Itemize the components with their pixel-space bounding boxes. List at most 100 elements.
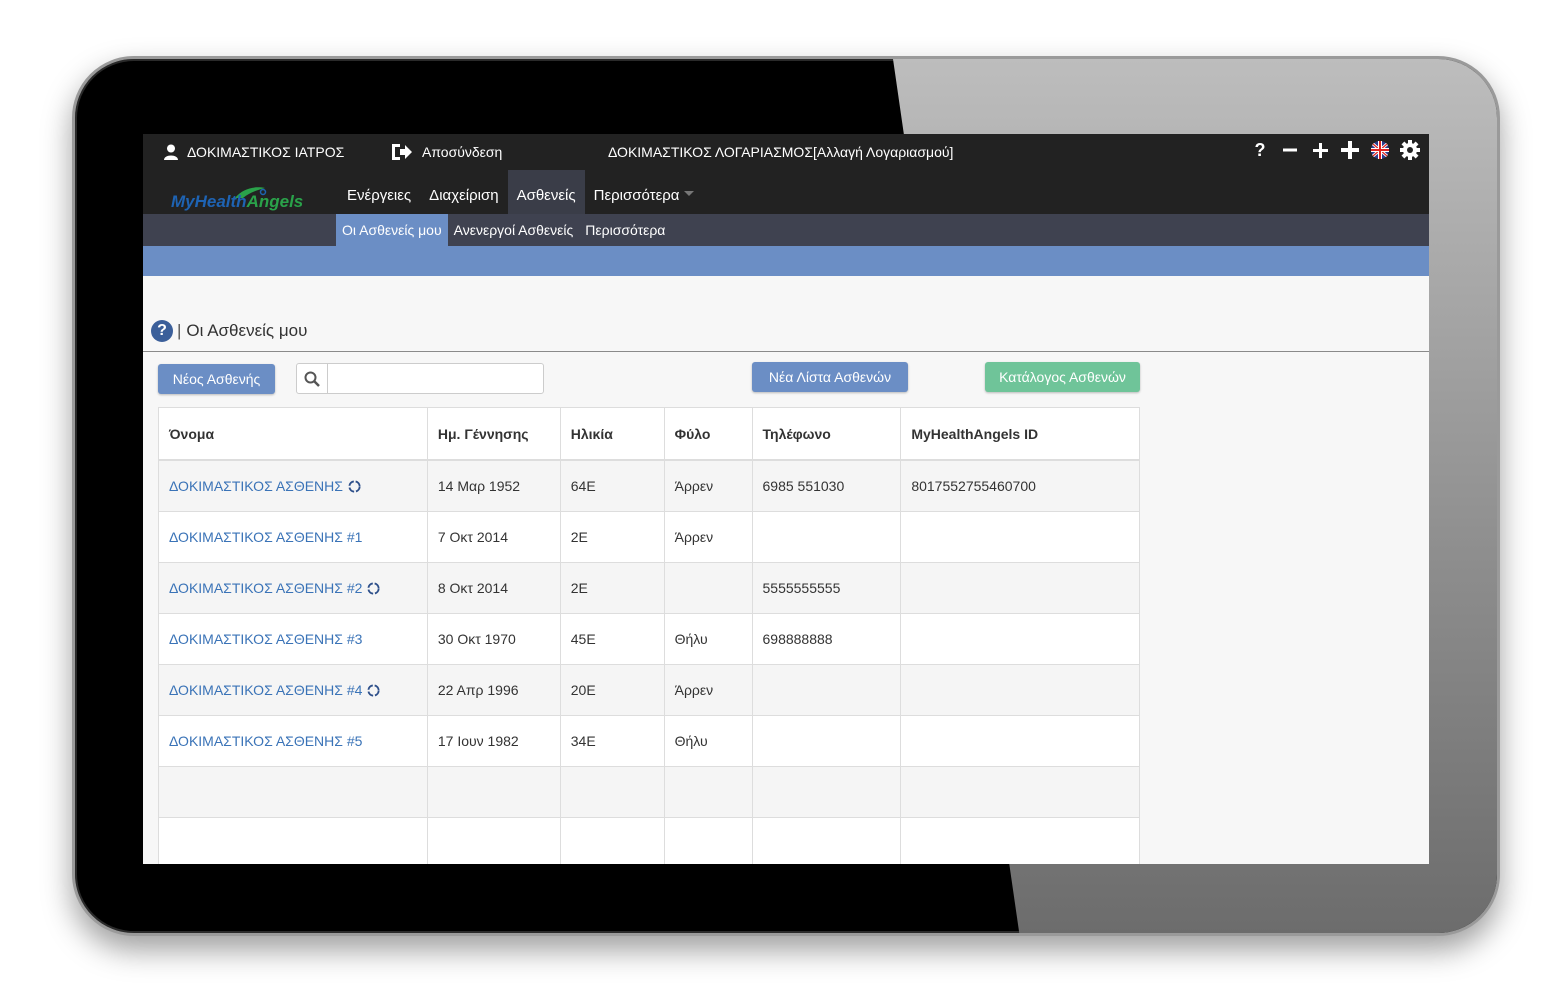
sex-cell: Θήλυ <box>663 715 753 767</box>
column-header-name[interactable]: Όνομα <box>158 407 428 461</box>
question-circle-icon[interactable]: ? <box>151 320 173 342</box>
phone-cell <box>751 715 902 767</box>
birthdate-cell: 17 Ιουν 1982 <box>426 715 561 767</box>
patients-table: Όνομα Ημ. Γέννησης Ηλικία Φύλο Τηλέφωνο … <box>158 407 1140 864</box>
caret-down-icon <box>684 191 695 196</box>
page-header: ? | Οι Ασθενείς μου <box>151 316 307 346</box>
subnav-item-my-patients[interactable]: Οι Ασθενείς μου <box>336 214 448 246</box>
empty-cell <box>559 817 665 864</box>
table-row[interactable]: ΔΟΚΙΜΑΣΤΙΚΟΣ ΑΣΘΕΝΗΣ #3 30 Οκτ 1970 45Ε Θήλ… <box>158 613 1140 665</box>
patient-name-link[interactable]: ΔΟΚΙΜΑΣΤΙΚΟΣ ΑΣΘΕΝΗΣ #5 <box>169 733 362 749</box>
phone-cell <box>751 664 902 716</box>
empty-cell <box>751 817 902 864</box>
settings-icon[interactable] <box>1399 138 1421 162</box>
sync-icon <box>348 480 361 493</box>
birthdate-cell: 22 Απρ 1996 <box>426 664 561 716</box>
table-row[interactable]: ΔΟΚΙΜΑΣΤΙΚΟΣ ΑΣΘΕΝΗΣ #1 7 Οκτ 2014 2Ε Άρρεν <box>158 511 1140 563</box>
mha-id-cell <box>900 613 1140 665</box>
name-cell: ΔΟΚΙΜΑΣΤΙΚΟΣ ΑΣΘΕΝΗΣ #2 <box>158 562 428 614</box>
search-icon <box>297 364 328 393</box>
divider <box>143 351 1429 352</box>
zoom-in-icon[interactable] <box>1309 138 1331 162</box>
table-header-row: Όνομα Ημ. Γέννησης Ηλικία Φύλο Τηλέφωνο … <box>158 407 1140 461</box>
empty-cell <box>158 766 428 818</box>
age-cell: 34Ε <box>559 715 665 767</box>
nav-item-management[interactable]: Διαχείριση <box>420 170 507 214</box>
account-switch-link[interactable]: ΔΟΚΙΜΑΣΤΙΚΟΣ ΛΟΓΑΡΙΑΣΜΟΣ[Αλλαγή Λογαριασ… <box>608 142 953 162</box>
name-cell: ΔΟΚΙΜΑΣΤΙΚΟΣ ΑΣΘΕΝΗΣ #5 <box>158 715 428 767</box>
patient-name-link[interactable]: ΔΟΚΙΜΑΣΤΙΚΟΣ ΑΣΘΕΝΗΣ #3 <box>169 631 362 647</box>
table-row[interactable]: ΔΟΚΙΜΑΣΤΙΚΟΣ ΑΣΘΕΝΗΣ #2 8 Οκτ 2014 2Ε 55555… <box>158 562 1140 614</box>
age-cell: 2Ε <box>559 511 665 563</box>
birthdate-cell: 7 Οκτ 2014 <box>426 511 561 563</box>
empty-cell <box>900 817 1140 864</box>
user-menu[interactable]: ΔΟΚΙΜΑΣΤΙΚΟΣ ΙΑΤΡΟΣ <box>163 142 344 162</box>
nav-item-actions[interactable]: Ενέργειες <box>338 170 420 214</box>
mha-id-cell <box>900 715 1140 767</box>
empty-cell <box>426 817 561 864</box>
name-cell: ΔΟΚΙΜΑΣΤΙΚΟΣ ΑΣΘΕΝΗΣ <box>158 459 428 512</box>
age-cell: 2Ε <box>559 562 665 614</box>
empty-cell <box>663 766 753 818</box>
column-header-age[interactable]: Ηλικία <box>559 407 665 461</box>
title-separator: | <box>177 321 182 340</box>
empty-cell <box>158 817 428 864</box>
language-flag-icon[interactable] <box>1369 138 1391 162</box>
logout-link[interactable]: Αποσύνδεση <box>390 142 502 162</box>
account-label: ΔΟΚΙΜΑΣΤΙΚΟΣ ΛΟΓΑΡΙΑΣΜΟΣ[Αλλαγή Λογαριασ… <box>608 144 954 160</box>
new-patient-button[interactable]: Νέος Ασθενής <box>158 364 275 394</box>
mha-id-cell <box>900 511 1140 563</box>
patient-name-link[interactable]: ΔΟΚΙΜΑΣΤΙΚΟΣ ΑΣΘΕΝΗΣ <box>169 478 343 494</box>
name-cell: ΔΟΚΙΜΑΣΤΙΚΟΣ ΑΣΘΕΝΗΣ #4 <box>158 664 428 716</box>
patient-catalog-button[interactable]: Κατάλογος Ασθενών <box>985 362 1140 392</box>
mha-id-cell: 8017552755460700 <box>900 459 1140 512</box>
patient-name-link[interactable]: ΔΟΚΙΜΑΣΤΙΚΟΣ ΑΣΘΕΝΗΣ #1 <box>169 529 362 545</box>
logout-icon <box>392 144 412 160</box>
birthdate-cell: 8 Οκτ 2014 <box>426 562 561 614</box>
empty-table-row <box>158 766 1140 818</box>
phone-cell: 5555555555 <box>751 562 902 614</box>
sync-icon <box>367 684 380 697</box>
sex-cell: Άρρεν <box>663 511 753 563</box>
sex-cell: Άρρεν <box>663 664 753 716</box>
name-cell: ΔΟΚΙΜΑΣΤΙΚΟΣ ΑΣΘΕΝΗΣ #3 <box>158 613 428 665</box>
age-cell: 20Ε <box>559 664 665 716</box>
mha-id-cell <box>900 664 1140 716</box>
empty-table-row <box>158 817 1140 864</box>
new-patient-list-button[interactable]: Νέα Λίστα Ασθενών <box>752 362 908 392</box>
patient-name-link[interactable]: ΔΟΚΙΜΑΣΤΙΚΟΣ ΑΣΘΕΝΗΣ #2 <box>169 580 362 596</box>
search-input[interactable] <box>328 364 546 392</box>
patient-name-link[interactable]: ΔΟΚΙΜΑΣΤΙΚΟΣ ΑΣΘΕΝΗΣ #4 <box>169 682 362 698</box>
subnav-item-more[interactable]: Περισσότερα <box>579 214 671 246</box>
column-header-mha-id[interactable]: MyHealthAngels ID <box>900 407 1140 461</box>
help-icon[interactable]: ? <box>1249 138 1271 162</box>
app-screen: ΔΟΚΙΜΑΣΤΙΚΟΣ ΙΑΤΡΟΣ Αποσύνδεση ΔΟΚΙΜΑΣΤΙ… <box>143 134 1429 864</box>
column-header-birthdate[interactable]: Ημ. Γέννησης <box>426 407 561 461</box>
column-header-phone[interactable]: Τηλέφωνο <box>751 407 902 461</box>
empty-cell <box>900 766 1140 818</box>
sync-icon <box>367 582 380 595</box>
add-icon[interactable] <box>1339 138 1361 162</box>
birthdate-cell: 14 Μαρ 1952 <box>426 459 561 512</box>
main-nav: Ενέργειες Διαχείριση Ασθενείς Περισσότερ… <box>338 170 703 214</box>
table-row[interactable]: ΔΟΚΙΜΑΣΤΙΚΟΣ ΑΣΘΕΝΗΣ #5 17 Ιουν 1982 34Ε Θή… <box>158 715 1140 767</box>
nav-item-more[interactable]: Περισσότερα <box>585 170 704 214</box>
empty-cell <box>751 766 902 818</box>
phone-cell: 6985 551030 <box>751 459 902 512</box>
birthdate-cell: 30 Οκτ 1970 <box>426 613 561 665</box>
zoom-out-icon[interactable] <box>1279 138 1301 162</box>
logo-part1: MyHealth <box>171 192 247 211</box>
sex-cell <box>663 562 753 614</box>
mha-id-cell <box>900 562 1140 614</box>
age-cell: 64Ε <box>559 459 665 512</box>
search-box <box>296 363 546 394</box>
sex-cell: Θήλυ <box>663 613 753 665</box>
subnav-item-inactive-patients[interactable]: Ανενεργοί Ασθενείς <box>448 214 580 246</box>
empty-cell <box>559 766 665 818</box>
table-row[interactable]: ΔΟΚΙΜΑΣΤΙΚΟΣ ΑΣΘΕΝΗΣ 14 Μαρ 1952 64Ε Άρρεν 6… <box>158 459 1140 512</box>
age-cell: 45Ε <box>559 613 665 665</box>
table-row[interactable]: ΔΟΚΙΜΑΣΤΙΚΟΣ ΑΣΘΕΝΗΣ #4 22 Απρ 1996 20Ε Άρρ… <box>158 664 1140 716</box>
column-header-sex[interactable]: Φύλο <box>663 407 753 461</box>
nav-item-patients[interactable]: Ασθενείς <box>507 170 585 214</box>
sub-nav: Οι Ασθενείς μου Ανενεργοί Ασθενείς Περισ… <box>143 214 1429 246</box>
